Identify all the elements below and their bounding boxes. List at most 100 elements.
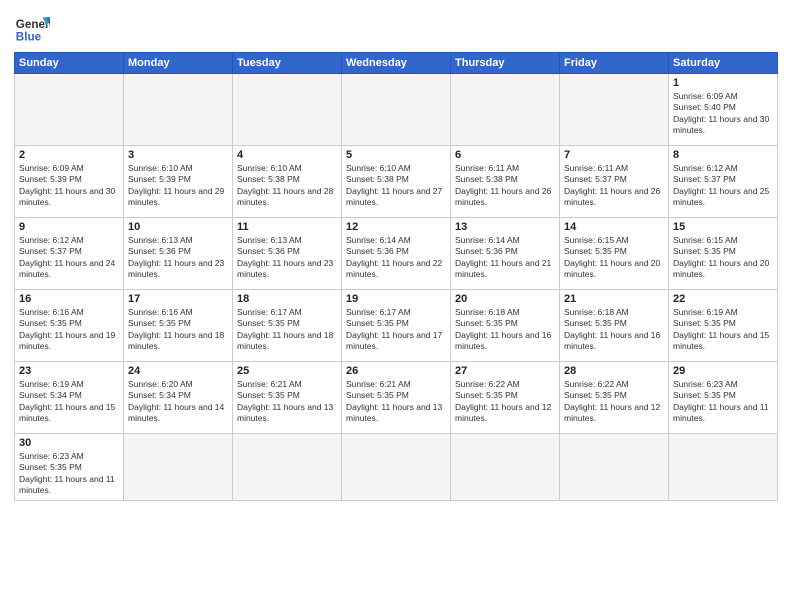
calendar-header-saturday: Saturday bbox=[669, 53, 778, 74]
calendar-week-row: 23Sunrise: 6:19 AMSunset: 5:34 PMDayligh… bbox=[15, 362, 778, 434]
day-number: 18 bbox=[237, 293, 337, 305]
calendar-header-sunday: Sunday bbox=[15, 53, 124, 74]
calendar-cell: 18 Sunrise: 6:17 AMSunset: 5:35 PMDayligh… bbox=[233, 290, 342, 362]
calendar-header-wednesday: Wednesday bbox=[342, 53, 451, 74]
day-number: 11 bbox=[237, 221, 337, 233]
day-number: 8 bbox=[673, 149, 773, 161]
calendar-header-row: SundayMondayTuesdayWednesdayThursdayFrid… bbox=[15, 53, 778, 74]
calendar-week-row: 2Sunrise: 6:09 AMSunset: 5:39 PMDaylight… bbox=[15, 146, 778, 218]
day-info: Sunrise: 6:10 AMSunset: 5:39 PMDaylight:… bbox=[128, 163, 228, 209]
calendar-cell: 16Sunrise: 6:16 AMSunset: 5:35 PMDayligh… bbox=[15, 290, 124, 362]
day-number: 12 bbox=[346, 221, 446, 233]
day-info: Sunrise: 6:11 AMSunset: 5:38 PMDaylight:… bbox=[455, 163, 555, 209]
day-info: Sunrise: 6:21 AMSunset: 5:35 PMDaylight:… bbox=[346, 379, 446, 425]
calendar-week-row: 30 Sunrise: 6:23 AMSunset: 5:35 PMDayligh… bbox=[15, 434, 778, 501]
day-info: Sunrise: 6:23 AMSunset: 5:35 PMDaylight:… bbox=[19, 451, 119, 497]
day-info: Sunrise: 6:13 AMSunset: 5:36 PMDaylight:… bbox=[128, 235, 228, 281]
calendar-header-tuesday: Tuesday bbox=[233, 53, 342, 74]
calendar-cell bbox=[560, 74, 669, 146]
calendar-header-friday: Friday bbox=[560, 53, 669, 74]
day-info: Sunrise: 6:09 AMSunset: 5:40 PMDaylight:… bbox=[673, 91, 773, 137]
calendar-cell: 3Sunrise: 6:10 AMSunset: 5:39 PMDaylight… bbox=[124, 146, 233, 218]
calendar-header-monday: Monday bbox=[124, 53, 233, 74]
calendar-cell: 11 Sunrise: 6:13 AMSunset: 5:36 PMDayligh… bbox=[233, 218, 342, 290]
day-number: 29 bbox=[673, 365, 773, 377]
calendar-cell bbox=[560, 434, 669, 501]
day-info: Sunrise: 6:22 AMSunset: 5:35 PMDaylight:… bbox=[455, 379, 555, 425]
svg-text:Blue: Blue bbox=[16, 31, 42, 44]
calendar-cell bbox=[124, 74, 233, 146]
calendar-week-row: 9 Sunrise: 6:12 AMSunset: 5:37 PMDaylight… bbox=[15, 218, 778, 290]
day-number: 10 bbox=[128, 221, 228, 233]
day-number: 22 bbox=[673, 293, 773, 305]
day-number: 17 bbox=[128, 293, 228, 305]
day-number: 30 bbox=[19, 437, 119, 449]
logo-icon: General Blue bbox=[14, 10, 50, 46]
calendar-cell: 26 Sunrise: 6:21 AMSunset: 5:35 PMDayligh… bbox=[342, 362, 451, 434]
calendar-cell: 27 Sunrise: 6:22 AMSunset: 5:35 PMDayligh… bbox=[451, 362, 560, 434]
calendar-cell: 2Sunrise: 6:09 AMSunset: 5:39 PMDaylight… bbox=[15, 146, 124, 218]
day-info: Sunrise: 6:17 AMSunset: 5:35 PMDaylight:… bbox=[237, 307, 337, 353]
calendar-cell: 29 Sunrise: 6:23 AMSunset: 5:35 PMDayligh… bbox=[669, 362, 778, 434]
day-info: Sunrise: 6:17 AMSunset: 5:35 PMDaylight:… bbox=[346, 307, 446, 353]
calendar-cell bbox=[15, 74, 124, 146]
day-info: Sunrise: 6:15 AMSunset: 5:35 PMDaylight:… bbox=[673, 235, 773, 281]
page: General Blue SundayMondayTuesdayWednesda… bbox=[0, 0, 792, 612]
day-info: Sunrise: 6:14 AMSunset: 5:36 PMDaylight:… bbox=[346, 235, 446, 281]
day-number: 23 bbox=[19, 365, 119, 377]
calendar-cell: 4 Sunrise: 6:10 AMSunset: 5:38 PMDaylight… bbox=[233, 146, 342, 218]
day-number: 5 bbox=[346, 149, 446, 161]
calendar-cell: 17Sunrise: 6:16 AMSunset: 5:35 PMDayligh… bbox=[124, 290, 233, 362]
day-number: 9 bbox=[19, 221, 119, 233]
day-info: Sunrise: 6:22 AMSunset: 5:35 PMDaylight:… bbox=[564, 379, 664, 425]
day-info: Sunrise: 6:18 AMSunset: 5:35 PMDaylight:… bbox=[564, 307, 664, 353]
calendar-cell bbox=[342, 434, 451, 501]
day-info: Sunrise: 6:12 AMSunset: 5:37 PMDaylight:… bbox=[19, 235, 119, 281]
day-number: 6 bbox=[455, 149, 555, 161]
calendar-cell: 8 Sunrise: 6:12 AMSunset: 5:37 PMDaylight… bbox=[669, 146, 778, 218]
day-info: Sunrise: 6:12 AMSunset: 5:37 PMDaylight:… bbox=[673, 163, 773, 209]
day-number: 7 bbox=[564, 149, 664, 161]
day-info: Sunrise: 6:21 AMSunset: 5:35 PMDaylight:… bbox=[237, 379, 337, 425]
day-number: 25 bbox=[237, 365, 337, 377]
calendar-cell bbox=[124, 434, 233, 501]
calendar-cell: 7 Sunrise: 6:11 AMSunset: 5:37 PMDaylight… bbox=[560, 146, 669, 218]
calendar-cell: 9 Sunrise: 6:12 AMSunset: 5:37 PMDaylight… bbox=[15, 218, 124, 290]
day-number: 14 bbox=[564, 221, 664, 233]
day-info: Sunrise: 6:23 AMSunset: 5:35 PMDaylight:… bbox=[673, 379, 773, 425]
day-info: Sunrise: 6:10 AMSunset: 5:38 PMDaylight:… bbox=[237, 163, 337, 209]
calendar-cell: 19 Sunrise: 6:17 AMSunset: 5:35 PMDayligh… bbox=[342, 290, 451, 362]
day-info: Sunrise: 6:13 AMSunset: 5:36 PMDaylight:… bbox=[237, 235, 337, 281]
day-number: 20 bbox=[455, 293, 555, 305]
calendar-cell: 22Sunrise: 6:19 AMSunset: 5:35 PMDayligh… bbox=[669, 290, 778, 362]
day-info: Sunrise: 6:11 AMSunset: 5:37 PMDaylight:… bbox=[564, 163, 664, 209]
day-info: Sunrise: 6:10 AMSunset: 5:38 PMDaylight:… bbox=[346, 163, 446, 209]
calendar-header-thursday: Thursday bbox=[451, 53, 560, 74]
day-number: 27 bbox=[455, 365, 555, 377]
calendar-cell: 23Sunrise: 6:19 AMSunset: 5:34 PMDayligh… bbox=[15, 362, 124, 434]
day-info: Sunrise: 6:09 AMSunset: 5:39 PMDaylight:… bbox=[19, 163, 119, 209]
day-number: 24 bbox=[128, 365, 228, 377]
day-number: 4 bbox=[237, 149, 337, 161]
header: General Blue bbox=[14, 10, 778, 46]
calendar-cell: 5 Sunrise: 6:10 AMSunset: 5:38 PMDaylight… bbox=[342, 146, 451, 218]
logo: General Blue bbox=[14, 10, 50, 46]
calendar-cell bbox=[342, 74, 451, 146]
day-info: Sunrise: 6:15 AMSunset: 5:35 PMDaylight:… bbox=[564, 235, 664, 281]
calendar-week-row: 16Sunrise: 6:16 AMSunset: 5:35 PMDayligh… bbox=[15, 290, 778, 362]
day-number: 28 bbox=[564, 365, 664, 377]
day-number: 19 bbox=[346, 293, 446, 305]
calendar-cell: 21Sunrise: 6:18 AMSunset: 5:35 PMDayligh… bbox=[560, 290, 669, 362]
day-number: 26 bbox=[346, 365, 446, 377]
day-number: 13 bbox=[455, 221, 555, 233]
calendar-cell bbox=[451, 434, 560, 501]
day-info: Sunrise: 6:20 AMSunset: 5:34 PMDaylight:… bbox=[128, 379, 228, 425]
calendar-cell bbox=[233, 434, 342, 501]
calendar-cell: 15Sunrise: 6:15 AMSunset: 5:35 PMDayligh… bbox=[669, 218, 778, 290]
day-number: 1 bbox=[673, 77, 773, 89]
calendar-cell: 25 Sunrise: 6:21 AMSunset: 5:35 PMDayligh… bbox=[233, 362, 342, 434]
calendar-cell: 6 Sunrise: 6:11 AMSunset: 5:38 PMDaylight… bbox=[451, 146, 560, 218]
calendar-cell: 30 Sunrise: 6:23 AMSunset: 5:35 PMDayligh… bbox=[15, 434, 124, 501]
calendar-cell: 1 Sunrise: 6:09 AMSunset: 5:40 PMDaylight… bbox=[669, 74, 778, 146]
day-info: Sunrise: 6:18 AMSunset: 5:35 PMDaylight:… bbox=[455, 307, 555, 353]
